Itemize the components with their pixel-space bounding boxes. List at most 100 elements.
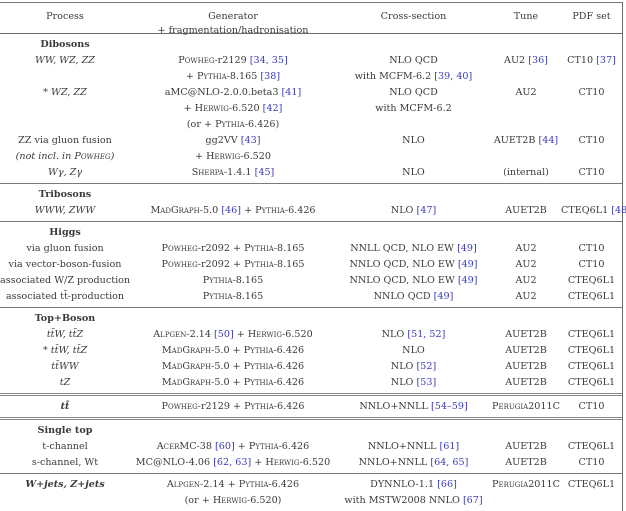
group-higgs: Higgs via gluon fusion Powheg-r2092 + Pyth… bbox=[0, 221, 622, 307]
generator-cell: MadGraph-5.0 + Pythia-6.426 bbox=[161, 377, 305, 388]
table-row: (or + Herwig-6.520) with MSTW2008 NNLO [6… bbox=[0, 493, 622, 509]
citation-link[interactable]: [54–59] bbox=[431, 401, 468, 412]
process-cell bbox=[0, 117, 130, 133]
tune-cell bbox=[491, 493, 561, 509]
generator-name: Pythia bbox=[196, 71, 227, 82]
citation-link[interactable]: [41] bbox=[282, 87, 302, 98]
generator-cell: + Pythia-8.165 [38] bbox=[185, 71, 281, 82]
generator-name: Pythia bbox=[202, 291, 233, 302]
pdf-cell bbox=[561, 69, 622, 85]
citation-link[interactable]: [39, 40] bbox=[434, 71, 472, 82]
table-row: Wγ, Zγ Sherpa-1.4.1 [45] NLO (internal) CT10 bbox=[0, 165, 622, 181]
citation-link[interactable]: [45] bbox=[255, 167, 275, 178]
process-cell: tt̄WW bbox=[51, 361, 79, 372]
generator-cell: gg2VV [43] bbox=[205, 135, 261, 146]
citation-link[interactable]: [64, 65] bbox=[430, 457, 468, 468]
process-cell: via vector-boson-fusion bbox=[8, 259, 122, 270]
process-cell: WW, WZ, ZZ bbox=[35, 55, 95, 66]
table-row: t-channel AcerMC-38 [60] + Pythia-6.426 NN… bbox=[0, 439, 622, 455]
citation-link[interactable]: [51, 52] bbox=[407, 329, 445, 340]
table-header: Process Generator + fragmentation/hadron… bbox=[0, 3, 622, 36]
generator-name: AcerMC bbox=[156, 441, 197, 452]
generator-name: Pythia bbox=[244, 243, 274, 254]
citation-link[interactable]: [38] bbox=[260, 71, 280, 82]
citation-link[interactable]: [49] bbox=[458, 275, 478, 286]
process-cell bbox=[0, 493, 130, 509]
process-cell: via gluon fusion bbox=[26, 243, 104, 254]
table-row: WWW, ZWW MadGraph-5.0 [46] + Pythia-6.426… bbox=[0, 203, 626, 219]
group-section-6: W+jets, Z+jets Alpgen-2.14 + Pythia-6.426… bbox=[0, 473, 622, 511]
generator-name: Herwig bbox=[206, 151, 241, 162]
generator-name: Perugia2011C bbox=[492, 479, 560, 490]
process-cell bbox=[0, 101, 130, 117]
process-cell: associated W/Z production bbox=[0, 275, 131, 286]
citation-link[interactable]: [49] bbox=[457, 243, 477, 254]
cross-section-cell: DYNNLO-1.1 [66] bbox=[370, 479, 457, 490]
generator-name: Sherpa bbox=[191, 167, 224, 178]
cross-section-cell: NLO bbox=[402, 345, 425, 356]
generator-name: Perugia2011C bbox=[492, 401, 560, 412]
table-row: via vector-boson-fusion Powheg-r2092 + Py… bbox=[0, 257, 622, 273]
group-title: Dibosons bbox=[40, 39, 90, 50]
process-cell: * tt̄W, tt̄Z bbox=[42, 345, 88, 356]
citation-link[interactable]: [62, 63] bbox=[213, 457, 251, 468]
process-cell: associated tt̄-production bbox=[5, 291, 125, 302]
pdf-cell bbox=[561, 493, 622, 509]
pdf-cell bbox=[561, 149, 622, 165]
table-row: associated W/Z production Pythia-8.165 NNL… bbox=[0, 273, 622, 289]
generator-name: Powheg bbox=[178, 55, 215, 66]
citation-link[interactable]: [47] bbox=[417, 205, 437, 216]
cross-section-cell: NLO [52] bbox=[390, 361, 437, 372]
process-cell: tt̄ bbox=[60, 401, 70, 412]
cross-section-cell: NNLO QCD [49] bbox=[373, 291, 454, 302]
citation-link[interactable]: [53] bbox=[417, 377, 437, 388]
pdf-cell: CTEQ6L1 bbox=[567, 441, 616, 452]
generator-cell: Powheg-r2092 + Pythia-8.165 bbox=[161, 243, 305, 254]
table-row: (or + Pythia-6.426) bbox=[0, 117, 622, 133]
citation-link[interactable]: [42] bbox=[263, 103, 283, 114]
pdf-cell: CTEQ6L1 bbox=[567, 479, 616, 490]
generator-cell: AcerMC-38 [60] + Pythia-6.426 bbox=[156, 441, 310, 452]
generator-cell: MadGraph-5.0 + Pythia-6.426 bbox=[161, 345, 305, 356]
generator-name: Alpgen bbox=[153, 329, 187, 340]
generator-cell: aMC@NLO-2.0.0.beta3 [41] bbox=[164, 87, 302, 98]
group-top-boson: Top+Boson tt̄W, tt̄Z Alpgen-2.14 [50] + He… bbox=[0, 307, 622, 393]
citation-link[interactable]: [49] bbox=[434, 291, 454, 302]
citation-link[interactable]: [60] bbox=[215, 441, 235, 452]
citation-link[interactable]: [37] bbox=[596, 55, 616, 66]
header-pdf: PDF set bbox=[572, 11, 611, 22]
tune-cell bbox=[491, 69, 561, 85]
generator-name: Herwig bbox=[194, 103, 229, 114]
cross-section-cell: NLO bbox=[402, 167, 425, 178]
table-row: tt̄WW MadGraph-5.0 + Pythia-6.426 NLO [52]… bbox=[0, 359, 622, 375]
citation-link[interactable]: [36] bbox=[528, 55, 548, 66]
group-title: Higgs bbox=[49, 227, 81, 238]
table-row: tt̄ Powheg-r2129 + Pythia-6.426 NNLO+NNLL … bbox=[0, 399, 622, 415]
generator-name: MadGraph bbox=[161, 345, 212, 356]
citation-link[interactable]: [49] bbox=[458, 259, 478, 270]
generator-cell: MadGraph-5.0 + Pythia-6.426 bbox=[161, 361, 305, 372]
citation-link[interactable]: [46] bbox=[221, 205, 241, 216]
citation-link[interactable]: [34, 35] bbox=[250, 55, 288, 66]
citation-link[interactable]: [44] bbox=[538, 135, 558, 146]
generator-name: Pythia bbox=[243, 345, 274, 356]
citation-link[interactable]: [43] bbox=[241, 135, 261, 146]
header-cross-section: Cross-section bbox=[380, 11, 447, 22]
generator-cell: + Herwig-6.520 [42] bbox=[183, 103, 283, 114]
table-body: Dibosons WW, WZ, ZZ Powheg-r2129 [34, 35] N… bbox=[0, 34, 626, 511]
table-row: via gluon fusion Powheg-r2092 + Pythia-8.… bbox=[0, 241, 622, 257]
citation-link[interactable]: [52] bbox=[417, 361, 437, 372]
process-cell: W+jets, Z+jets bbox=[25, 479, 105, 490]
generator-cell: MadGraph-5.0 [46] + Pythia-6.426 bbox=[150, 205, 316, 216]
citation-link[interactable]: [61] bbox=[439, 441, 459, 452]
citation-link[interactable]: [67] bbox=[463, 495, 483, 506]
cross-section-cell: NNLO QCD, NLO EW [49] bbox=[349, 259, 478, 270]
mc-samples-table: Process Generator + fragmentation/hadron… bbox=[0, 2, 626, 511]
citation-link[interactable]: [50] bbox=[214, 329, 234, 340]
citation-link[interactable]: [48] bbox=[611, 205, 626, 216]
table-row: W+jets, Z+jets Alpgen-2.14 + Pythia-6.426… bbox=[0, 477, 622, 493]
pdf-cell: CT10 bbox=[578, 243, 605, 254]
tune-cell: AUET2B bbox=[505, 345, 547, 356]
table-row: + Herwig-6.520 [42] with MCFM-6.2 bbox=[0, 101, 622, 117]
citation-link[interactable]: [66] bbox=[437, 479, 457, 490]
